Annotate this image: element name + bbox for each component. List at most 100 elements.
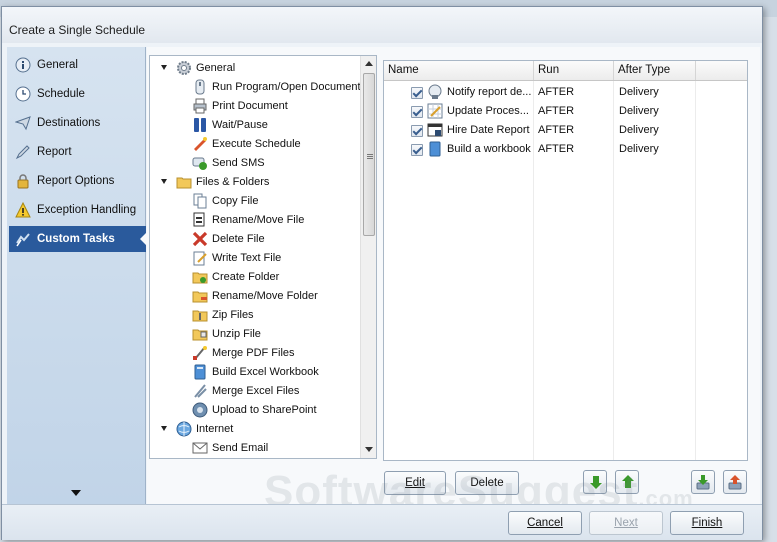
- task-enabled-checkbox[interactable]: [411, 106, 423, 118]
- tree-item-execute-schedule[interactable]: Execute Schedule: [192, 134, 301, 153]
- sidebar-item-custom-tasks[interactable]: Custom Tasks: [9, 226, 147, 252]
- task-enabled-checkbox[interactable]: [411, 87, 423, 99]
- task-enabled-checkbox[interactable]: [411, 125, 423, 137]
- tree-item-build-excel-workbook[interactable]: Build Excel Workbook: [192, 362, 319, 381]
- tree-item-write-text-file[interactable]: Write Text File: [192, 248, 281, 267]
- sidebar-item-label: Schedule: [37, 88, 85, 100]
- table-row[interactable]: Build a workbook AFTER Delivery: [384, 140, 747, 159]
- excel-workbook-icon: [192, 364, 208, 380]
- task-after-type-cell: Delivery: [619, 86, 659, 98]
- task-after-type-cell: Delivery: [619, 124, 659, 136]
- task-enabled-checkbox[interactable]: [411, 144, 423, 156]
- edit-button[interactable]: Edit: [384, 471, 446, 495]
- task-name-cell: Build a workbook: [447, 143, 531, 155]
- report-icon: [427, 122, 443, 138]
- task-run-cell: AFTER: [538, 124, 575, 136]
- tree-item-copy-file[interactable]: Copy File: [192, 191, 258, 210]
- tree-scrollbar[interactable]: [360, 56, 376, 458]
- scroll-thumb[interactable]: [363, 73, 375, 236]
- sidebar-item-report[interactable]: Report: [9, 139, 146, 165]
- rename-file-icon: [192, 212, 208, 228]
- sidebar-item-exception-handling[interactable]: Exception Handling: [9, 197, 146, 223]
- tasks-icon: [15, 231, 31, 247]
- next-button[interactable]: Next: [589, 511, 663, 535]
- tree-item-merge-pdf-files[interactable]: Merge PDF Files: [192, 343, 295, 362]
- tree-group-internet[interactable]: Internet: [161, 419, 233, 438]
- pause-icon: [192, 117, 208, 133]
- email-icon: [192, 440, 208, 456]
- tree-item-upload-to-sharepoint[interactable]: Upload to SharePoint: [192, 400, 317, 419]
- zip-icon: [192, 307, 208, 323]
- tree-group-general[interactable]: General: [161, 58, 236, 77]
- sidebar-scroll-down-icon[interactable]: [71, 490, 81, 496]
- column-header-after-type[interactable]: After Type: [614, 61, 696, 80]
- sidebar-item-label: General: [37, 59, 78, 71]
- warning-icon: [15, 201, 31, 218]
- tree-item-delete-file[interactable]: Delete File: [192, 229, 265, 248]
- sidebar-item-schedule[interactable]: Schedule: [9, 81, 146, 107]
- table-row[interactable]: Hire Date Report AFTER Delivery: [384, 121, 747, 140]
- table-row[interactable]: Notify report de... AFTER Delivery: [384, 83, 747, 102]
- next-button-label: Next: [614, 517, 638, 529]
- tree-item-send-email[interactable]: Send Email: [192, 438, 268, 457]
- cancel-button[interactable]: Cancel: [508, 511, 582, 535]
- expand-collapse-icon[interactable]: [161, 426, 167, 431]
- tree-item-zip-files[interactable]: Zip Files: [192, 305, 254, 324]
- tree-group-label: General: [196, 61, 236, 74]
- clock-icon: [15, 86, 31, 102]
- tree-item-wait-pause[interactable]: Wait/Pause: [192, 115, 268, 134]
- tree-item-label: Build Excel Workbook: [212, 365, 319, 378]
- sidebar-item-label: Report Options: [37, 175, 115, 187]
- tree-item-label: Delete File: [212, 232, 265, 245]
- dialog-footer: Cancel Next Finish: [2, 504, 762, 540]
- sidebar-item-destinations[interactable]: Destinations: [9, 110, 146, 136]
- task-type-tree: General Run Program/Open Document Print Do…: [149, 55, 377, 459]
- move-up-button[interactable]: [615, 470, 639, 494]
- task-run-cell: AFTER: [538, 143, 575, 155]
- tree-item-rename-move-file[interactable]: Rename/Move File: [192, 210, 304, 229]
- column-header-run[interactable]: Run: [534, 61, 614, 80]
- tree-item-label: Unzip File: [212, 327, 261, 340]
- sidebar-item-report-options[interactable]: Report Options: [9, 168, 146, 194]
- title-bar: Create a Single Schedule: [2, 7, 762, 43]
- delete-button[interactable]: Delete: [455, 471, 519, 495]
- edit-button-label: Edit: [405, 477, 425, 489]
- rename-folder-icon: [192, 288, 208, 304]
- lock-icon: [15, 173, 31, 189]
- content-area: General Run Program/Open Document Print Do…: [147, 47, 760, 516]
- import-icon: [696, 475, 710, 490]
- tree-item-create-folder[interactable]: Create Folder: [192, 267, 279, 286]
- task-after-type-cell: Delivery: [619, 105, 659, 117]
- sidebar-item-label: Custom Tasks: [37, 233, 115, 245]
- expand-collapse-icon[interactable]: [161, 179, 167, 184]
- task-tree-list: General Run Program/Open Document Print Do…: [150, 56, 361, 458]
- tree-item-label: Run Program/Open Document: [212, 80, 361, 93]
- scroll-down-icon[interactable]: [365, 447, 373, 452]
- export-tasks-button[interactable]: [723, 470, 747, 494]
- tree-item-label: Rename/Move Folder: [212, 289, 318, 302]
- tree-item-unzip-file[interactable]: Unzip File: [192, 324, 261, 343]
- finish-button[interactable]: Finish: [670, 511, 744, 535]
- tree-group-files-folders[interactable]: Files & Folders: [161, 172, 269, 191]
- sidebar-item-label: Exception Handling: [37, 204, 137, 216]
- import-tasks-button[interactable]: [691, 470, 715, 494]
- tree-item-print-document[interactable]: Print Document: [192, 96, 288, 115]
- column-header-name[interactable]: Name: [384, 61, 534, 80]
- notify-icon: [427, 84, 443, 100]
- finish-button-label: Finish: [691, 517, 723, 529]
- update-icon: [427, 103, 443, 119]
- tree-item-rename-move-folder[interactable]: Rename/Move Folder: [192, 286, 318, 305]
- move-down-button[interactable]: [583, 470, 607, 494]
- tree-item-run-program-open-document[interactable]: Run Program/Open Document: [192, 77, 361, 96]
- table-row[interactable]: Update Proces... AFTER Delivery: [384, 102, 747, 121]
- run-program-icon: [192, 79, 208, 95]
- expand-collapse-icon[interactable]: [161, 65, 167, 70]
- task-name-cell: Update Proces...: [447, 105, 529, 117]
- scroll-up-icon[interactable]: [365, 61, 373, 66]
- printer-icon: [192, 98, 208, 114]
- sidebar-item-general[interactable]: General: [9, 52, 146, 78]
- tree-item-send-sms[interactable]: Send SMS: [192, 153, 265, 172]
- send-icon: [14, 115, 31, 131]
- grid-header: Name Run After Type: [384, 61, 747, 81]
- tree-item-merge-excel-files[interactable]: Merge Excel Files: [192, 381, 299, 400]
